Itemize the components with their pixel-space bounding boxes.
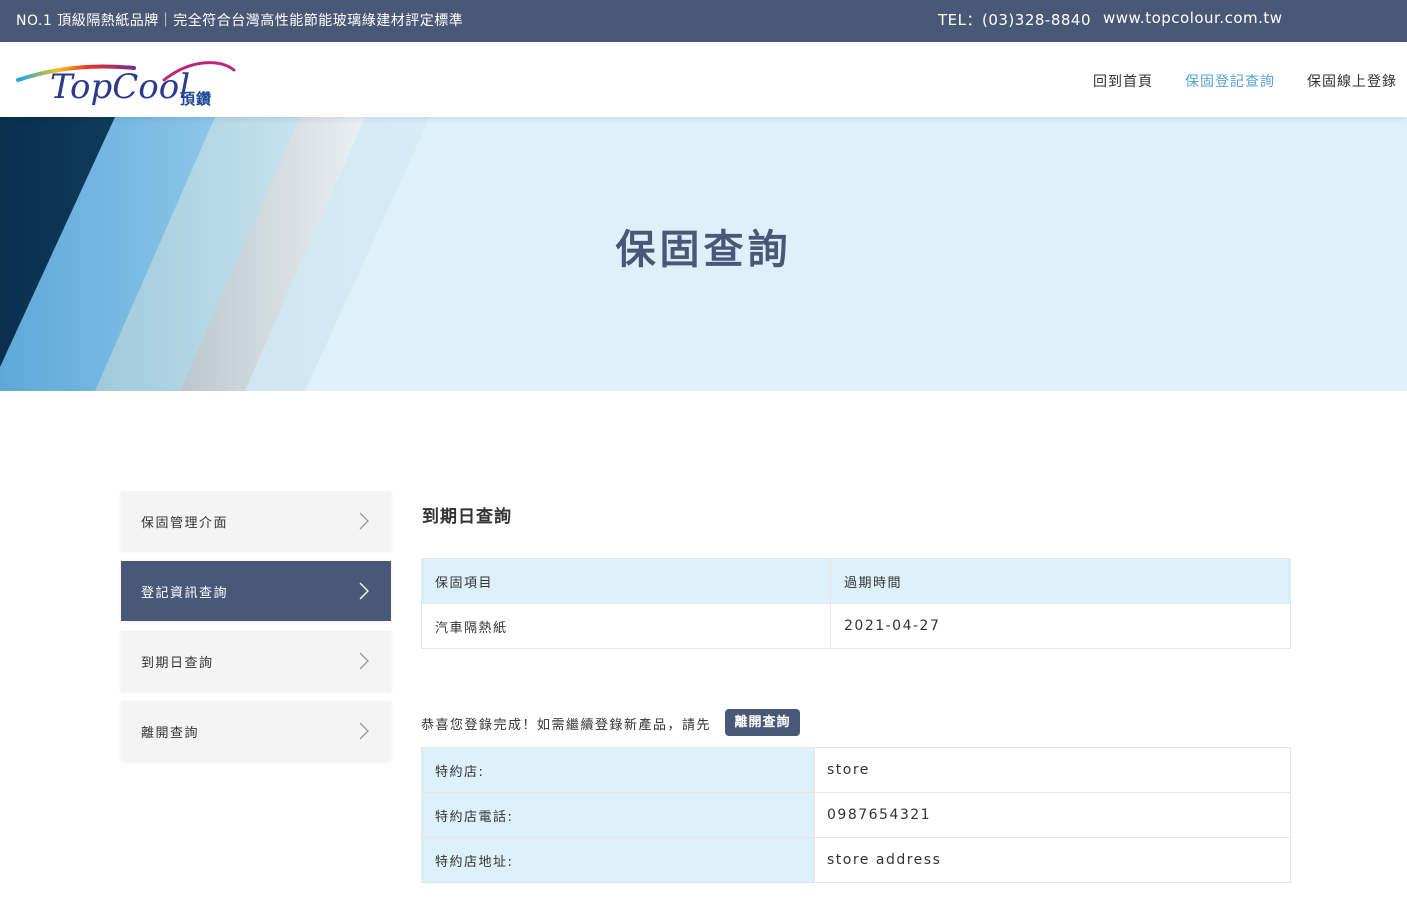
chevron-right-icon bbox=[359, 722, 369, 740]
sidebar-item-leave-query[interactable]: 離開查詢 bbox=[121, 701, 391, 761]
store-name-label: 特約店: bbox=[421, 747, 815, 793]
nav-home[interactable]: 回到首頁 bbox=[1093, 71, 1153, 91]
registration-notice: 恭喜您登錄完成！如需繼續登錄新產品，請先 bbox=[421, 718, 712, 733]
table-row: 特約店地址: store address bbox=[421, 837, 1291, 883]
table-row: 特約店: store bbox=[421, 747, 1291, 793]
store-info-table: 特約店: store 特約店電話: 0987654321 特約店地址: stor… bbox=[421, 747, 1291, 883]
nav-warranty-register[interactable]: 保固線上登錄 bbox=[1307, 71, 1397, 91]
store-name-value: store bbox=[814, 747, 1291, 793]
sidebar-item-label: 到期日查詢 bbox=[141, 656, 214, 671]
site-header: TopCool 頂鑽 回到首頁 保固登記查詢 保固線上登錄 bbox=[0, 42, 1407, 117]
top-info-bar: NO.1 頂級隔熱紙品牌｜完全符合台灣高性能節能玻璃綠建材評定標準 TEL：(0… bbox=[0, 0, 1407, 42]
sidebar-item-label: 保固管理介面 bbox=[141, 516, 229, 531]
store-phone-value: 0987654321 bbox=[814, 792, 1291, 838]
chevron-right-icon bbox=[359, 582, 369, 600]
sidebar-item-warranty-management[interactable]: 保固管理介面 bbox=[121, 491, 391, 551]
page-title: 保固查詢 bbox=[615, 227, 792, 273]
table-cell-expiry-date: 2021-04-27 bbox=[830, 603, 1291, 649]
sidebar-item-label: 登記資訊查詢 bbox=[141, 586, 229, 601]
table-row: 汽車隔熱紙 2021-04-27 bbox=[421, 603, 1291, 649]
svg-text:TopCool: TopCool bbox=[50, 67, 190, 107]
section-title: 到期日查詢 bbox=[422, 507, 512, 527]
nav-warranty-query[interactable]: 保固登記查詢 bbox=[1185, 71, 1275, 91]
sidebar-item-label: 離開查詢 bbox=[141, 726, 200, 741]
logo-chinese-name: 頂鑽 bbox=[180, 90, 213, 108]
column-header-expiry: 過期時間 bbox=[830, 558, 1291, 604]
table-row: 特約店電話: 0987654321 bbox=[421, 792, 1291, 838]
chevron-right-icon bbox=[359, 512, 369, 530]
brand-slogan: NO.1 頂級隔熱紙品牌｜完全符合台灣高性能節能玻璃綠建材評定標準 bbox=[16, 13, 464, 29]
expiry-table: 保固項目 過期時間 汽車隔熱紙 2021-04-27 bbox=[421, 558, 1291, 649]
store-address-value: store address bbox=[814, 837, 1291, 883]
sidebar-item-expiry-query[interactable]: 到期日查詢 bbox=[121, 631, 391, 691]
store-address-label: 特約店地址: bbox=[421, 837, 815, 883]
leave-query-button[interactable]: 離開查詢 bbox=[725, 709, 800, 736]
phone-number: TEL：(03)328-8840 bbox=[938, 11, 1092, 29]
sidebar-item-registration-query[interactable]: 登記資訊查詢 bbox=[121, 561, 391, 621]
chevron-right-icon bbox=[359, 652, 369, 670]
store-phone-label: 特約店電話: bbox=[421, 792, 815, 838]
column-header-item: 保固項目 bbox=[421, 558, 831, 604]
table-header-row: 保固項目 過期時間 bbox=[421, 558, 1291, 604]
website-link[interactable]: www.topcolour.com.tw bbox=[1103, 9, 1283, 27]
table-cell-item: 汽車隔熱紙 bbox=[421, 603, 831, 649]
page-banner: 保固查詢 bbox=[0, 117, 1407, 391]
